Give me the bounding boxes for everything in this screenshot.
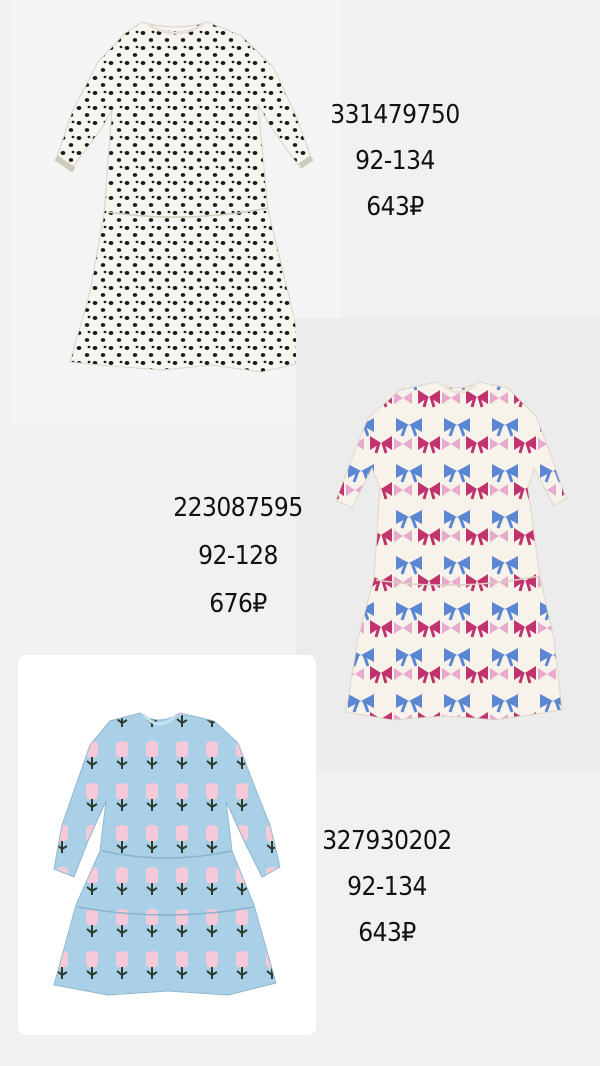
price: 676₽: [209, 589, 267, 619]
price: 643₽: [358, 918, 416, 948]
product-image-dotted-dress: [12, 0, 340, 426]
bow-dress-illustration: [335, 381, 567, 721]
size-range: 92-134: [355, 146, 435, 176]
article-number: 331479750: [330, 100, 460, 130]
dotted-dress-illustration: [54, 21, 314, 373]
product-info-2: 223087595 92-128 676₽: [168, 484, 308, 628]
product-info-3: 327930202 92-134 643₽: [312, 818, 462, 956]
size-range: 92-128: [198, 541, 278, 571]
product-image-bow-dress: [296, 318, 600, 770]
article-number: 327930202: [322, 826, 452, 856]
tulip-dress-illustration: [53, 712, 281, 996]
product-info-1: 331479750 92-134 643₽: [320, 92, 470, 230]
product-image-tulip-dress: [18, 655, 316, 1035]
price: 643₽: [366, 192, 424, 222]
article-number: 223087595: [173, 493, 303, 523]
size-range: 92-134: [347, 872, 427, 902]
